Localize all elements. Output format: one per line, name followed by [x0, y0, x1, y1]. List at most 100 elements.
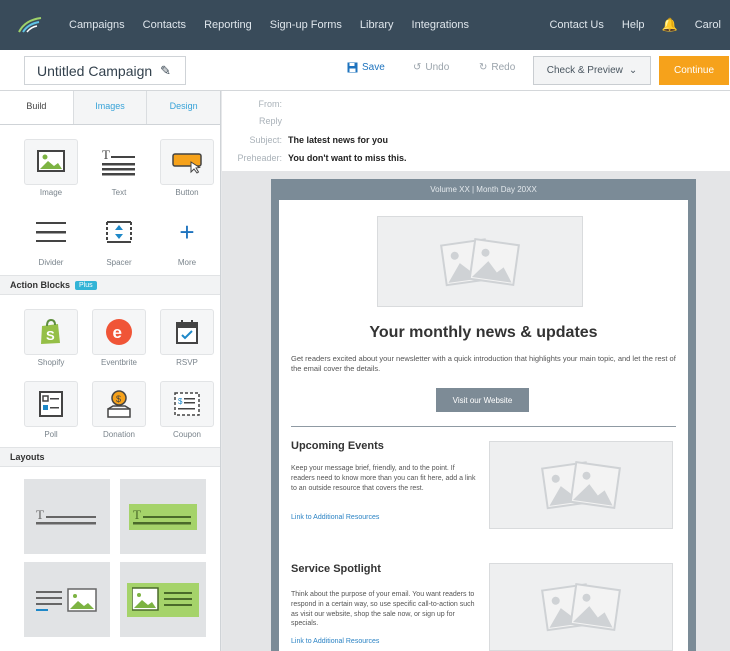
- svg-text:$: $: [116, 394, 121, 404]
- block-more[interactable]: + More: [160, 209, 214, 267]
- email-headline[interactable]: Your monthly news & updates: [279, 324, 688, 342]
- block-label: Spacer: [106, 258, 132, 267]
- email-body: Your monthly news & updates Get readers …: [279, 200, 688, 651]
- undo-button[interactable]: ↺ Undo: [413, 62, 449, 73]
- plus-badge: Plus: [75, 280, 97, 290]
- reply-row[interactable]: Reply: [222, 114, 288, 128]
- svg-text:T: T: [36, 507, 44, 522]
- left-panel: Build Images Design Image T Text Button: [0, 91, 221, 651]
- preheader-value: You don't want to miss this.: [288, 153, 407, 163]
- block-button[interactable]: Button: [160, 139, 214, 197]
- save-label: Save: [362, 62, 385, 73]
- action-label: Coupon: [172, 430, 202, 439]
- redo-button[interactable]: ↻ Redo: [479, 62, 515, 73]
- layout-highlight-block: T: [129, 503, 197, 530]
- email-canvas: Volume XX | Month Day 20XX Your monthly …: [222, 171, 730, 651]
- layout-highlight-block-2: [127, 582, 199, 617]
- section-link[interactable]: Link to Additional Resources: [291, 638, 379, 645]
- section-link[interactable]: Link to Additional Resources: [291, 514, 379, 521]
- section-title[interactable]: Service Spotlight: [291, 563, 381, 575]
- action-label: Poll: [44, 430, 58, 439]
- layout-grid: T T: [0, 467, 220, 637]
- action-donation[interactable]: $ Donation: [92, 381, 146, 439]
- image-placeholder-icon: [541, 461, 621, 510]
- layout-text-image[interactable]: [24, 562, 110, 637]
- logo-icon[interactable]: [0, 0, 60, 50]
- subject-value: The latest news for you: [288, 135, 389, 145]
- action-poll[interactable]: Poll: [24, 381, 78, 439]
- campaign-name: Untitled Campaign: [37, 62, 153, 79]
- svg-text:T: T: [133, 507, 141, 522]
- preheader-row[interactable]: Preheader: You don't want to miss this.: [222, 151, 406, 165]
- action-shopify[interactable]: S Shopify: [24, 309, 78, 367]
- coupon-icon: $: [160, 381, 214, 427]
- svg-text:e: e: [113, 323, 122, 342]
- save-button[interactable]: Save: [347, 62, 385, 73]
- floppy-icon: [347, 62, 358, 73]
- tab-build[interactable]: Build: [0, 91, 73, 124]
- volume-band[interactable]: Volume XX | Month Day 20XX: [271, 179, 696, 200]
- hero-image-placeholder[interactable]: [377, 216, 583, 307]
- check-preview-button[interactable]: Check & Preview ⌄: [533, 56, 651, 85]
- email-intro[interactable]: Get readers excited about your newslette…: [291, 354, 685, 374]
- nav-integrations[interactable]: Integrations: [403, 19, 478, 31]
- donation-icon: $: [92, 381, 146, 427]
- chevron-down-icon: ⌄: [628, 65, 638, 76]
- image-block-icon: [24, 139, 78, 185]
- tab-design[interactable]: Design: [146, 91, 220, 124]
- tab-images[interactable]: Images: [72, 91, 147, 124]
- block-spacer[interactable]: Spacer: [92, 209, 146, 267]
- action-coupon[interactable]: $ Coupon: [160, 381, 214, 439]
- block-text[interactable]: T Text: [92, 139, 146, 197]
- nav-help[interactable]: Help: [613, 19, 654, 31]
- continue-button[interactable]: Continue: [659, 56, 729, 85]
- block-divider[interactable]: Divider: [24, 209, 78, 267]
- user-menu[interactable]: Carol: [686, 19, 730, 31]
- from-label: From:: [258, 99, 283, 109]
- visit-website-button[interactable]: Visit our Website: [436, 388, 529, 412]
- panel-tabs: Build Images Design: [0, 91, 220, 125]
- nav-contacts[interactable]: Contacts: [134, 19, 195, 31]
- action-eventbrite[interactable]: e Eventbrite: [92, 309, 146, 367]
- layout-text-highlight[interactable]: T: [120, 479, 206, 554]
- divider-block-icon: [24, 209, 78, 255]
- action-label: Shopify: [37, 358, 65, 367]
- svg-text:T: T: [102, 147, 110, 162]
- campaign-name-field[interactable]: Untitled Campaign ✎: [24, 56, 186, 85]
- preheader-label: Preheader:: [237, 153, 282, 163]
- section-text[interactable]: Think about the purpose of your email. Y…: [291, 590, 476, 629]
- action-label: Eventbrite: [100, 358, 138, 367]
- layouts-title: Layouts: [10, 452, 45, 462]
- section-title[interactable]: Upcoming Events: [291, 440, 384, 452]
- action-rsvp[interactable]: RSVP: [160, 309, 214, 367]
- nav-signup-forms[interactable]: Sign-up Forms: [261, 19, 351, 31]
- bell-icon[interactable]: 🔔: [654, 17, 686, 33]
- block-image[interactable]: Image: [24, 139, 78, 197]
- email-header-fields: From: Reply Subject: The latest news for…: [222, 91, 730, 171]
- section-text[interactable]: Keep your message brief, friendly, and t…: [291, 464, 476, 493]
- subject-row[interactable]: Subject: The latest news for you: [222, 133, 388, 147]
- reply-label: Reply: [258, 116, 282, 126]
- section-image-placeholder[interactable]: [489, 441, 673, 529]
- nav-contact-us[interactable]: Contact Us: [540, 19, 612, 31]
- plus-icon: +: [160, 209, 214, 255]
- text-block-icon: T: [92, 139, 146, 185]
- nav-reporting[interactable]: Reporting: [195, 19, 261, 31]
- poll-icon: [24, 381, 78, 427]
- pencil-icon[interactable]: ✎: [160, 63, 171, 79]
- nav-campaigns[interactable]: Campaigns: [60, 19, 134, 31]
- check-preview-label: Check & Preview: [546, 65, 623, 76]
- calendar-icon: [160, 309, 214, 355]
- subject-label: Subject:: [249, 135, 282, 145]
- block-label: Text: [111, 188, 127, 197]
- action-grid: S Shopify e Eventbrite RSVP Poll $ Donat…: [0, 309, 220, 439]
- svg-text:S: S: [46, 328, 55, 343]
- nav-library[interactable]: Library: [351, 19, 403, 31]
- layout-text[interactable]: T: [24, 479, 110, 554]
- layout-image-text-highlight[interactable]: [120, 562, 206, 637]
- from-row[interactable]: From:: [222, 97, 288, 111]
- section-image-placeholder[interactable]: [489, 563, 673, 651]
- block-label: Button: [175, 188, 199, 197]
- spacer-block-icon: [92, 209, 146, 255]
- email-divider[interactable]: [291, 426, 676, 427]
